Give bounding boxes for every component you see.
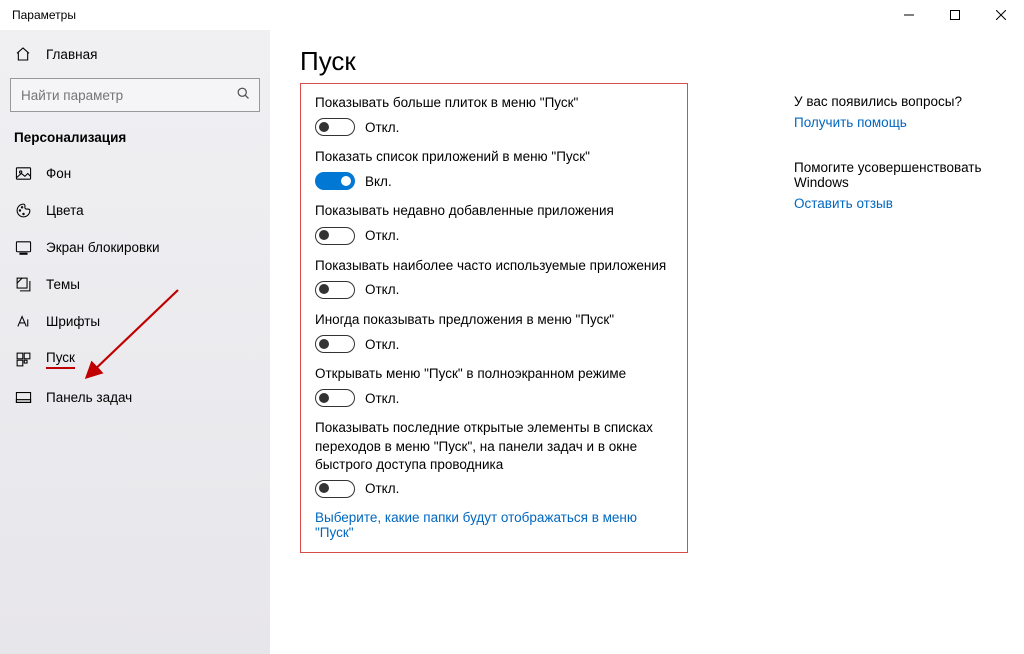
- choose-folders-link[interactable]: Выберите, какие папки будут отображаться…: [315, 510, 673, 540]
- search-input[interactable]: [19, 87, 236, 104]
- fonts-icon: [14, 313, 32, 330]
- feedback-link[interactable]: Оставить отзыв: [794, 196, 1004, 211]
- maximize-button[interactable]: [932, 0, 978, 30]
- toggle-most-used[interactable]: [315, 281, 355, 299]
- sidebar-item-label: Экран блокировки: [46, 240, 160, 255]
- home-label: Главная: [46, 47, 97, 62]
- sidebar-item-fonts[interactable]: Шрифты: [0, 303, 270, 340]
- sidebar-item-label: Фон: [46, 166, 71, 181]
- toggle-fullscreen[interactable]: [315, 389, 355, 407]
- search-input-wrap[interactable]: [10, 78, 260, 112]
- setting-recently-added: Показывать недавно добавленные приложени…: [315, 202, 673, 244]
- start-icon: [14, 351, 32, 368]
- window-controls: [886, 0, 1024, 30]
- window-title: Параметры: [12, 8, 76, 22]
- toggle-state: Откл.: [365, 337, 399, 352]
- feedback-title: Помогите усовершенствовать Windows: [794, 160, 1004, 190]
- aside: У вас появились вопросы? Получить помощь…: [794, 30, 1024, 654]
- sidebar-item-label: Панель задач: [46, 390, 132, 405]
- themes-icon: [14, 276, 32, 293]
- toggle-more-tiles[interactable]: [315, 118, 355, 136]
- sidebar-item-label: Пуск: [46, 350, 75, 369]
- toggle-jumplists[interactable]: [315, 480, 355, 498]
- main-content: Пуск Показывать больше плиток в меню "Пу…: [270, 30, 794, 654]
- toggle-suggestions[interactable]: [315, 335, 355, 353]
- toggle-state: Откл.: [365, 282, 399, 297]
- toggle-state: Откл.: [365, 391, 399, 406]
- sidebar-item-label: Цвета: [46, 203, 84, 218]
- setting-app-list: Показать список приложений в меню "Пуск"…: [315, 148, 673, 190]
- sidebar-item-lockscreen[interactable]: Экран блокировки: [0, 229, 270, 266]
- setting-suggestions: Иногда показывать предложения в меню "Пу…: [315, 311, 673, 353]
- help-title: У вас появились вопросы?: [794, 94, 1004, 109]
- toggle-state: Вкл.: [365, 174, 392, 189]
- setting-label: Показывать последние открытые элементы в…: [315, 419, 673, 474]
- palette-icon: [14, 202, 32, 219]
- settings-panel: Показывать больше плиток в меню "Пуск" О…: [300, 83, 688, 553]
- image-icon: [14, 165, 32, 182]
- titlebar: Параметры: [0, 0, 1024, 30]
- toggle-recently-added[interactable]: [315, 227, 355, 245]
- setting-label: Показать список приложений в меню "Пуск": [315, 148, 673, 166]
- toggle-state: Откл.: [365, 228, 399, 243]
- home-icon: [14, 46, 32, 62]
- setting-most-used: Показывать наиболее часто используемые п…: [315, 257, 673, 299]
- setting-jumplists: Показывать последние открытые элементы в…: [315, 419, 673, 498]
- sidebar-item-label: Шрифты: [46, 314, 100, 329]
- toggle-state: Откл.: [365, 120, 399, 135]
- toggle-app-list[interactable]: [315, 172, 355, 190]
- sidebar-item-start[interactable]: Пуск: [0, 340, 270, 379]
- setting-label: Показывать больше плиток в меню "Пуск": [315, 94, 673, 112]
- sidebar-item-colors[interactable]: Цвета: [0, 192, 270, 229]
- sidebar: Главная Персонализация Фон Цвета: [0, 30, 270, 654]
- home-nav[interactable]: Главная: [0, 40, 270, 68]
- help-link[interactable]: Получить помощь: [794, 115, 1004, 130]
- page-title: Пуск: [300, 46, 764, 77]
- sidebar-item-taskbar[interactable]: Панель задач: [0, 379, 270, 416]
- toggle-state: Откл.: [365, 481, 399, 496]
- search-icon: [236, 86, 251, 104]
- sidebar-item-label: Темы: [46, 277, 80, 292]
- sidebar-item-background[interactable]: Фон: [0, 155, 270, 192]
- close-button[interactable]: [978, 0, 1024, 30]
- taskbar-icon: [14, 389, 32, 406]
- sidebar-item-themes[interactable]: Темы: [0, 266, 270, 303]
- lockscreen-icon: [14, 239, 32, 256]
- setting-label: Показывать недавно добавленные приложени…: [315, 202, 673, 220]
- setting-fullscreen: Открывать меню "Пуск" в полноэкранном ре…: [315, 365, 673, 407]
- minimize-button[interactable]: [886, 0, 932, 30]
- setting-label: Открывать меню "Пуск" в полноэкранном ре…: [315, 365, 673, 383]
- setting-more-tiles: Показывать больше плиток в меню "Пуск" О…: [315, 94, 673, 136]
- section-title: Персонализация: [0, 126, 270, 155]
- setting-label: Иногда показывать предложения в меню "Пу…: [315, 311, 673, 329]
- setting-label: Показывать наиболее часто используемые п…: [315, 257, 673, 275]
